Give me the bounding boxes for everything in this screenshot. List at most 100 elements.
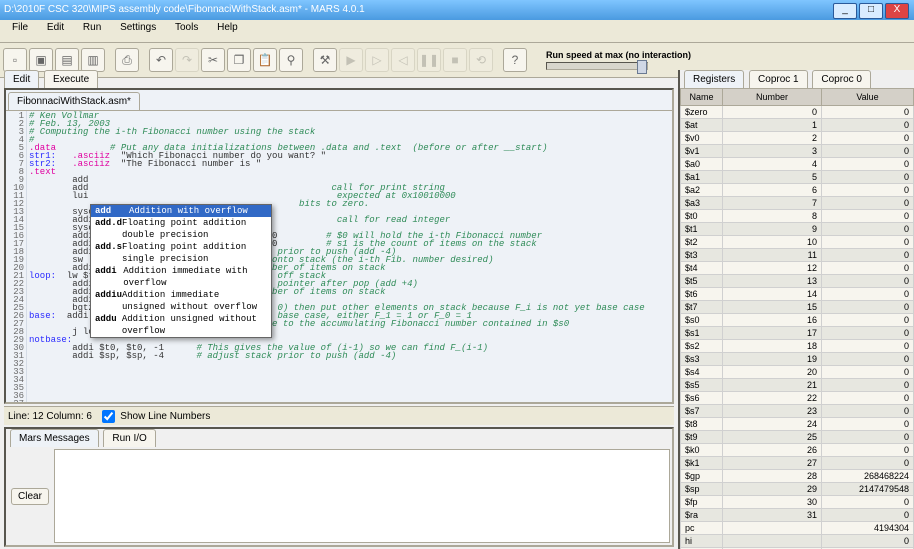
tab-run-io[interactable]: Run I/O xyxy=(103,429,155,447)
register-row[interactable]: hi0 xyxy=(681,535,914,548)
open-file-icon[interactable]: ▣ xyxy=(29,48,53,72)
register-row[interactable]: $s7230 xyxy=(681,405,914,418)
stop-icon[interactable]: ■ xyxy=(443,48,467,72)
tab-edit[interactable]: Edit xyxy=(4,70,39,88)
paste-icon[interactable]: 📋 xyxy=(253,48,277,72)
clear-button[interactable]: Clear xyxy=(11,488,49,505)
register-row[interactable]: $v020 xyxy=(681,132,914,145)
tab-coproc0[interactable]: Coproc 0 xyxy=(812,70,871,88)
register-row[interactable]: pc4194304 xyxy=(681,522,914,535)
autocomplete-popup[interactable]: addAddition with overflowadd.dFloating p… xyxy=(90,204,272,338)
redo-icon[interactable]: ↷ xyxy=(175,48,199,72)
register-row[interactable]: $ra310 xyxy=(681,509,914,522)
window-controls: _ □ X xyxy=(832,0,910,20)
run-icon[interactable]: ▶ xyxy=(339,48,363,72)
menu-edit[interactable]: Edit xyxy=(39,20,72,35)
window-title: D:\2010F CSC 320\MIPS assembly code\Fibo… xyxy=(4,0,832,20)
cut-icon[interactable]: ✂ xyxy=(201,48,225,72)
step-icon[interactable]: ▷ xyxy=(365,48,389,72)
speed-label: Run speed at max (no interaction) xyxy=(546,50,691,60)
register-row[interactable]: $s5210 xyxy=(681,379,914,392)
menu-run[interactable]: Run xyxy=(75,20,109,35)
messages-frame: Mars Messages Run I/O Clear xyxy=(4,427,674,547)
register-row[interactable]: $at10 xyxy=(681,119,914,132)
register-row[interactable]: $s2180 xyxy=(681,340,914,353)
editor-status: Line: 12 Column: 6 Show Line Numbers xyxy=(4,406,674,425)
save-as-icon[interactable]: ▥ xyxy=(81,48,105,72)
autocomplete-item[interactable]: addAddition with overflow xyxy=(91,205,271,217)
register-table: Name Number Value $zero00$at10$v020$v130… xyxy=(680,88,914,549)
reset-icon[interactable]: ⟲ xyxy=(469,48,493,72)
tab-execute[interactable]: Execute xyxy=(44,70,98,88)
find-icon[interactable]: ⚲ xyxy=(279,48,303,72)
tab-registers[interactable]: Registers xyxy=(684,70,744,88)
autocomplete-item[interactable]: addiuAddition immediate unsigned without… xyxy=(91,289,271,313)
register-row[interactable]: $k1270 xyxy=(681,457,914,470)
help-icon[interactable]: ? xyxy=(503,48,527,72)
register-row[interactable]: $t3110 xyxy=(681,249,914,262)
register-row[interactable]: $a150 xyxy=(681,171,914,184)
menu-tools[interactable]: Tools xyxy=(167,20,206,35)
col-number: Number xyxy=(723,89,822,106)
menu-settings[interactable]: Settings xyxy=(112,20,164,35)
minimize-button[interactable]: _ xyxy=(833,3,857,19)
main-area: Edit Execute FibonnaciWithStack.asm* 123… xyxy=(0,70,914,549)
new-file-icon[interactable]: ▫ xyxy=(3,48,27,72)
window-titlebar: D:\2010F CSC 320\MIPS assembly code\Fibo… xyxy=(0,0,914,20)
register-row[interactable]: $a040 xyxy=(681,158,914,171)
register-row[interactable]: $t5130 xyxy=(681,275,914,288)
caret-position: Line: 12 Column: 6 xyxy=(8,411,92,422)
register-row[interactable]: $s6220 xyxy=(681,392,914,405)
register-row[interactable]: $fp300 xyxy=(681,496,914,509)
autocomplete-item[interactable]: add.dFloating point addition double prec… xyxy=(91,217,271,241)
register-row[interactable]: $s4200 xyxy=(681,366,914,379)
register-row[interactable]: $t8240 xyxy=(681,418,914,431)
register-row[interactable]: $a260 xyxy=(681,184,914,197)
menu-help[interactable]: Help xyxy=(209,20,246,35)
show-line-numbers-label: Show Line Numbers xyxy=(120,411,210,422)
tab-coproc1[interactable]: Coproc 1 xyxy=(749,70,808,88)
file-tab[interactable]: FibonnaciWithStack.asm* xyxy=(8,92,140,110)
save-file-icon[interactable]: ▤ xyxy=(55,48,79,72)
register-row[interactable]: $t190 xyxy=(681,223,914,236)
step-back-icon[interactable]: ◁ xyxy=(391,48,415,72)
speed-control: Run speed at max (no interaction) xyxy=(546,50,691,70)
pause-icon[interactable]: ❚❚ xyxy=(417,48,441,72)
register-row[interactable]: $s0160 xyxy=(681,314,914,327)
register-row[interactable]: $t7150 xyxy=(681,301,914,314)
tab-mars-messages[interactable]: Mars Messages xyxy=(10,429,99,447)
copy-icon[interactable]: ❐ xyxy=(227,48,251,72)
register-row[interactable]: $t9250 xyxy=(681,431,914,444)
print-icon[interactable]: ⎙ xyxy=(115,48,139,72)
editor-frame: FibonnaciWithStack.asm* 1234567891011121… xyxy=(4,88,674,404)
line-gutter: 1234567891011121314151617181920212223242… xyxy=(6,111,27,402)
col-value: Value xyxy=(822,89,914,106)
menubar: File Edit Run Settings Tools Help xyxy=(0,20,914,43)
close-button[interactable]: X xyxy=(885,3,909,19)
menu-file[interactable]: File xyxy=(4,20,36,35)
register-row[interactable]: $t080 xyxy=(681,210,914,223)
autocomplete-item[interactable]: adduAddition unsigned without overflow xyxy=(91,313,271,337)
mode-tabs: Edit Execute xyxy=(0,70,678,88)
register-row[interactable]: $gp28268468224 xyxy=(681,470,914,483)
show-line-numbers-checkbox[interactable] xyxy=(102,410,115,423)
registers-panel: Registers Coproc 1 Coproc 0 Name Number … xyxy=(678,70,914,549)
register-row[interactable]: $sp292147479548 xyxy=(681,483,914,496)
undo-icon[interactable]: ↶ xyxy=(149,48,173,72)
assemble-icon[interactable]: ⚒ xyxy=(313,48,337,72)
register-row[interactable]: $k0260 xyxy=(681,444,914,457)
col-name: Name xyxy=(681,89,723,106)
maximize-button[interactable]: □ xyxy=(859,3,883,19)
register-row[interactable]: $t2100 xyxy=(681,236,914,249)
register-row[interactable]: $zero00 xyxy=(681,106,914,119)
register-row[interactable]: $v130 xyxy=(681,145,914,158)
speed-slider[interactable] xyxy=(546,62,648,70)
autocomplete-item[interactable]: add.sFloating point addition single prec… xyxy=(91,241,271,265)
register-row[interactable]: $t6140 xyxy=(681,288,914,301)
register-row[interactable]: $s3190 xyxy=(681,353,914,366)
register-row[interactable]: $a370 xyxy=(681,197,914,210)
messages-text[interactable] xyxy=(54,449,670,543)
register-row[interactable]: $s1170 xyxy=(681,327,914,340)
register-row[interactable]: $t4120 xyxy=(681,262,914,275)
autocomplete-item[interactable]: addiAddition immediate with overflow xyxy=(91,265,271,289)
